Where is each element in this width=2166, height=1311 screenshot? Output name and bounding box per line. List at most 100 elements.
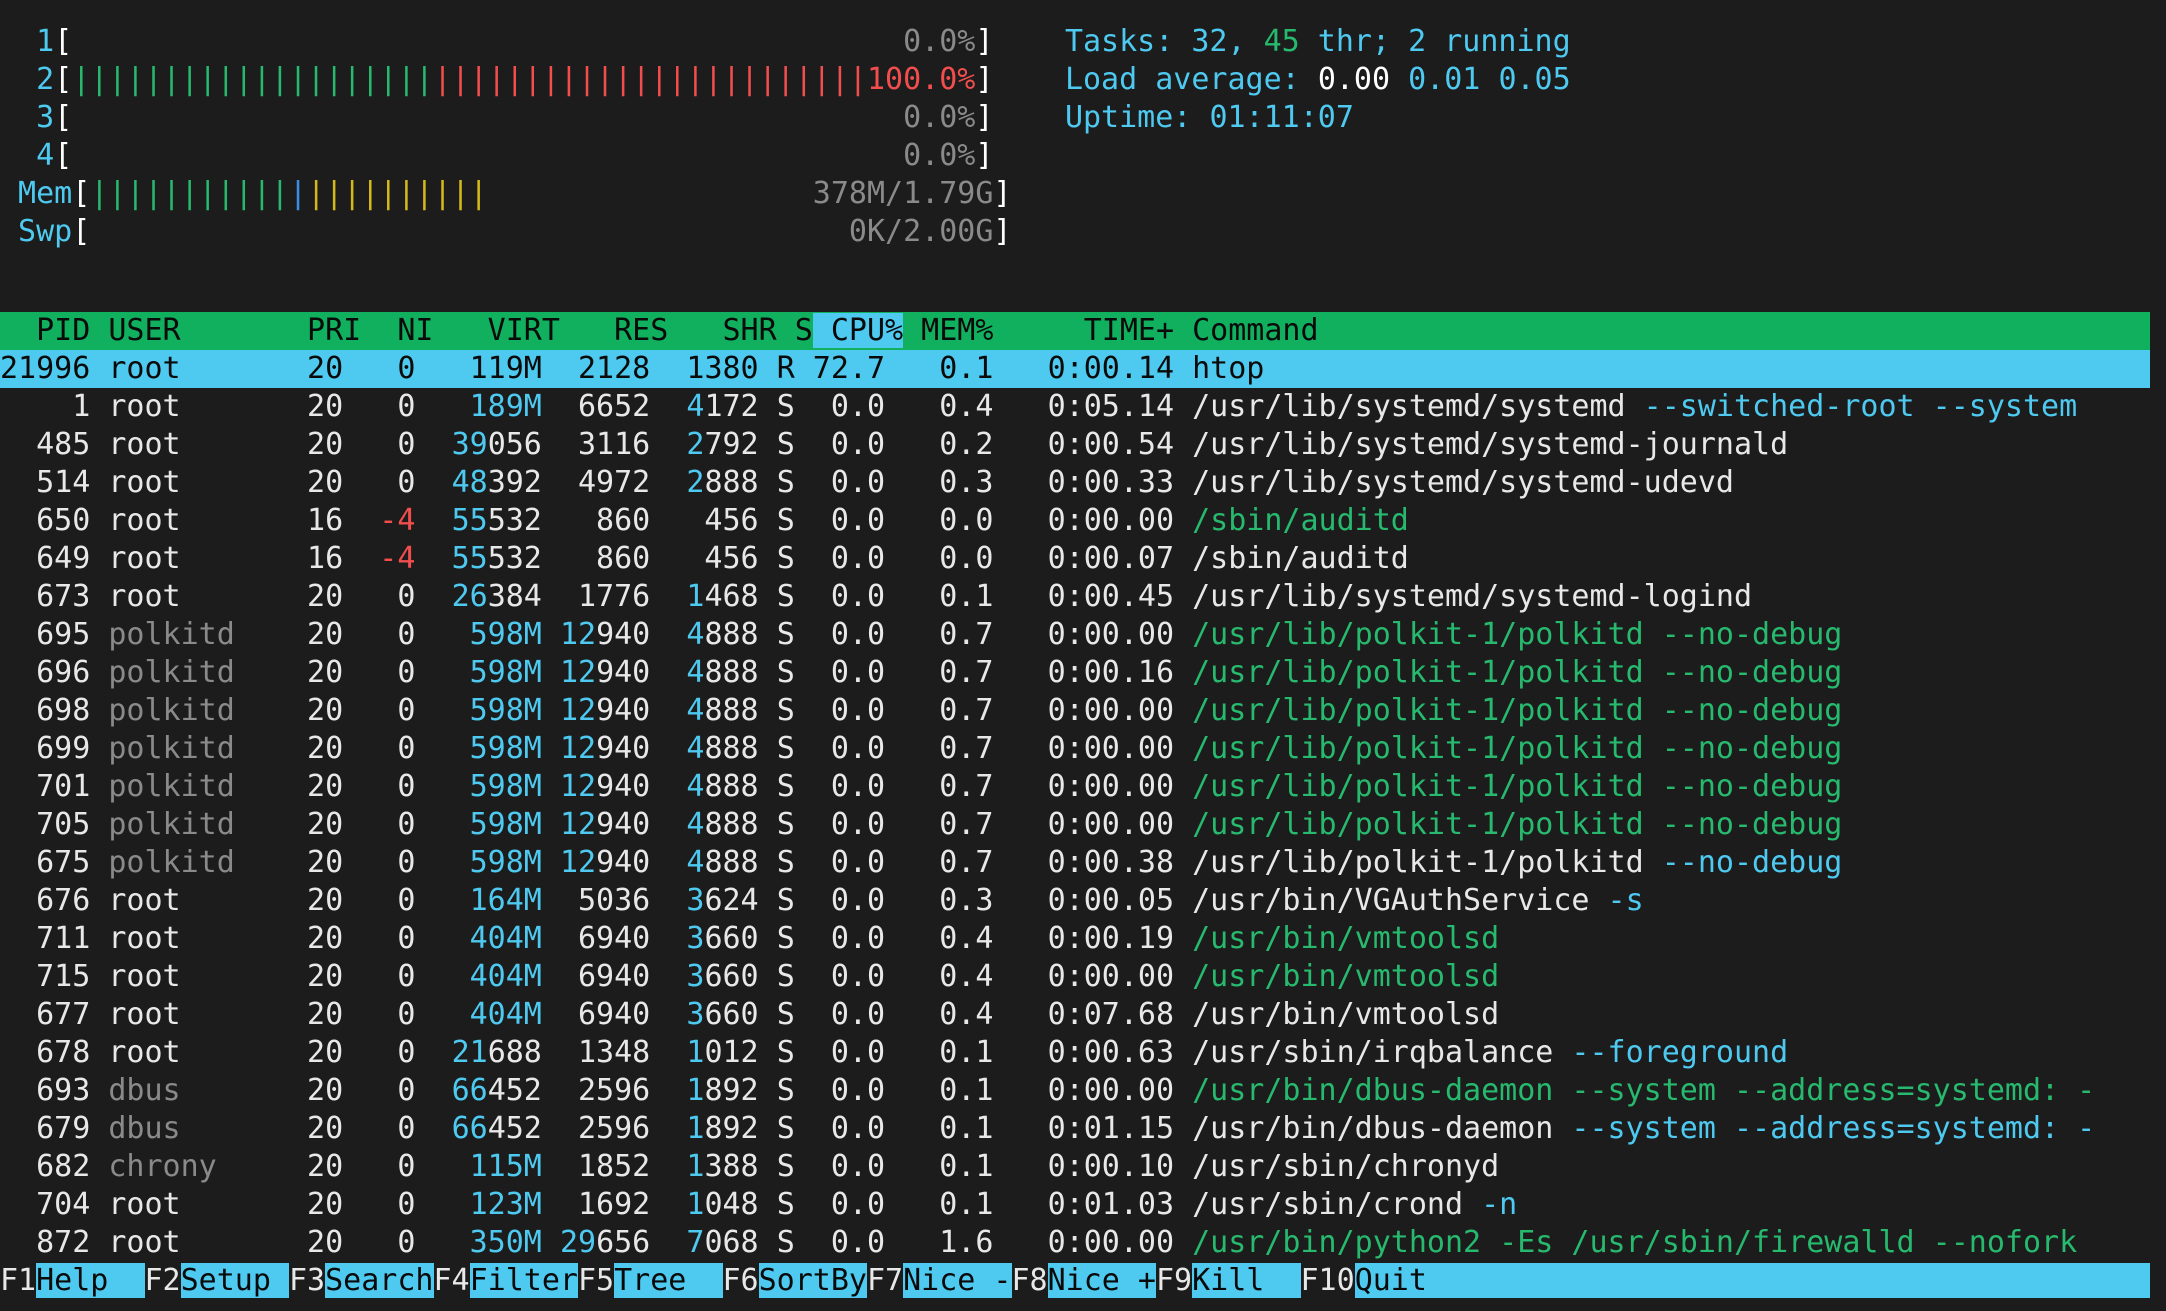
fkey-bar-fill: [1426, 1262, 2150, 1298]
res-units: 940: [596, 692, 651, 728]
process-row[interactable]: 514 root 20 0 48392 4972 2888 S 0.0 0.3 …: [0, 464, 1734, 502]
fkey-f6[interactable]: F6SortBy: [723, 1262, 867, 1298]
process-row[interactable]: 872 root 20 0 350M 29656 7068 S 0.0 1.6 …: [0, 1224, 2077, 1262]
process-row[interactable]: 485 root 20 0 39056 3116 2792 S 0.0 0.2 …: [0, 426, 1788, 464]
bracket: [: [72, 214, 91, 249]
shr-thousands: 1: [686, 1186, 705, 1222]
process-row[interactable]: 679 dbus 20 0 66452 2596 1892 S 0.0 0.1 …: [0, 1110, 2095, 1148]
column-header-res[interactable]: RES: [560, 313, 668, 348]
sep: [668, 883, 686, 918]
mem-percent: 0.7: [885, 806, 994, 842]
process-row[interactable]: 704 root 20 0 123M 1692 1048 S 0.0 0.1 0…: [0, 1186, 1517, 1224]
fkey-f9[interactable]: F9Kill: [1156, 1262, 1301, 1298]
shr-thousands: 4: [686, 692, 705, 728]
process-row[interactable]: 711 root 20 0 404M 6940 3660 S 0.0 0.4 0…: [0, 920, 1499, 958]
state: S: [776, 730, 795, 766]
sep: [1174, 579, 1192, 614]
user: polkitd: [108, 654, 271, 690]
process-row[interactable]: 678 root 20 0 21688 1348 1012 S 0.0 0.1 …: [0, 1034, 1788, 1072]
sep: [90, 997, 108, 1032]
thr-label: thr;: [1299, 24, 1409, 59]
sep: [90, 541, 108, 576]
process-row[interactable]: 695 polkitd 20 0 598M 12940 4888 S 0.0 0…: [0, 616, 1842, 654]
virt-units: 532: [487, 502, 542, 538]
res: 12940: [560, 731, 650, 766]
column-header-mem[interactable]: MEM%: [903, 313, 993, 348]
sep: [759, 503, 777, 538]
res-thousands: 29: [559, 1224, 597, 1260]
priority: 20: [270, 730, 344, 766]
mem-percent: 0.7: [885, 844, 994, 880]
virt: 48392: [452, 465, 542, 500]
state: S: [776, 540, 795, 576]
process-row[interactable]: 696 polkitd 20 0 598M 12940 4888 S 0.0 0…: [0, 654, 1842, 692]
process-row[interactable]: 650 root 16 -4 55532 860 456 S 0.0 0.0 0…: [0, 502, 1409, 540]
process-row[interactable]: 693 dbus 20 0 66452 2596 1892 S 0.0 0.1 …: [0, 1072, 2095, 1110]
nice: 0: [343, 1224, 416, 1260]
column-header-pid[interactable]: PID: [0, 313, 90, 348]
virt-thousands: 39: [451, 426, 488, 462]
virt-thousands: 66: [451, 1072, 488, 1108]
process-row[interactable]: 715 root 20 0 404M 6940 3660 S 0.0 0.4 0…: [0, 958, 1499, 996]
process-row[interactable]: 1 root 20 0 189M 6652 4172 S 0.0 0.4 0:0…: [0, 388, 2077, 426]
sep: [90, 731, 108, 766]
column-header-ni[interactable]: NI: [361, 313, 433, 348]
sep: [542, 541, 560, 576]
column-header-s[interactable]: S: [777, 313, 813, 348]
command-args: --no-debug: [1643, 616, 1843, 652]
sep: ,: [1227, 24, 1264, 59]
fkey-f4[interactable]: F4Filter: [434, 1262, 578, 1298]
process-row[interactable]: 676 root 20 0 164M 5036 3624 S 0.0 0.3 0…: [0, 882, 1644, 920]
fkey-f7[interactable]: F7Nice -: [867, 1262, 1012, 1298]
res-thousands: 12: [559, 768, 597, 804]
column-header-command[interactable]: Command: [1174, 313, 1318, 348]
column-header-user[interactable]: USER: [90, 313, 271, 348]
fkey-f8[interactable]: F8Nice +: [1012, 1262, 1156, 1298]
sep: [650, 465, 668, 500]
command: /usr/bin/VGAuthService: [1192, 882, 1590, 918]
command: /usr/sbin/crond: [1192, 1186, 1464, 1222]
column-header-shr[interactable]: SHR: [668, 313, 776, 348]
process-row[interactable]: 699 polkitd 20 0 598M 12940 4888 S 0.0 0…: [0, 730, 1842, 768]
process-row[interactable]: 705 polkitd 20 0 598M 12940 4888 S 0.0 0…: [0, 806, 1842, 844]
fkey-label: Kill: [1192, 1262, 1301, 1298]
sep: [1174, 731, 1192, 766]
process-row[interactable]: 698 polkitd 20 0 598M 12940 4888 S 0.0 0…: [0, 692, 1842, 730]
process-row[interactable]: 682 chrony 20 0 115M 1852 1388 S 0.0 0.1…: [0, 1148, 1499, 1186]
shr-thousands: 1: [686, 1110, 705, 1146]
process-row[interactable]: 673 root 20 0 26384 1776 1468 S 0.0 0.1 …: [0, 578, 1752, 616]
thread-count: 45: [1263, 24, 1300, 59]
sep: [90, 807, 108, 842]
res-units: 656: [596, 1224, 651, 1260]
process-row[interactable]: 649 root 16 -4 55532 860 456 S 0.0 0.0 0…: [0, 540, 1409, 578]
res: 2596: [559, 1072, 651, 1108]
process-row[interactable]: 701 polkitd 20 0 598M 12940 4888 S 0.0 0…: [0, 768, 1842, 806]
bracket: ]: [975, 138, 994, 173]
cpu-percent: 0.0: [794, 654, 886, 690]
shr: 3660: [686, 997, 758, 1032]
fkey-f2[interactable]: F2Setup: [145, 1262, 289, 1298]
user: root: [108, 426, 271, 462]
priority: 20: [270, 616, 344, 652]
column-header-cpu[interactable]: CPU%: [812, 312, 904, 348]
mem-percent: 0.4: [885, 958, 994, 994]
process-row[interactable]: 21996 root 20 0 119M 2128 1380 R 72.7 0.…: [0, 349, 2150, 388]
command: /usr/bin/dbus-daemon: [1192, 1110, 1554, 1146]
column-header-time[interactable]: TIME+: [993, 313, 1174, 348]
fkey-f5[interactable]: F5Tree: [578, 1262, 723, 1298]
command: /usr/lib/systemd/systemd: [1192, 388, 1626, 424]
fkey-f3[interactable]: F3Search: [289, 1262, 434, 1298]
column-header-virt[interactable]: VIRT: [434, 313, 560, 348]
shr: 4888: [686, 693, 758, 728]
nice: 0: [343, 1186, 416, 1222]
shr: 1388: [686, 1149, 758, 1184]
process-row[interactable]: 677 root 20 0 404M 6940 3660 S 0.0 0.4 0…: [0, 996, 1499, 1034]
pid: 711: [0, 920, 91, 956]
cpu-time: 0:00.05: [993, 882, 1175, 918]
column-header-pri[interactable]: PRI: [271, 313, 361, 348]
sep: [650, 731, 668, 766]
fkey-f1[interactable]: F1Help: [0, 1262, 145, 1298]
process-row[interactable]: 675 polkitd 20 0 598M 12940 4888 S 0.0 0…: [0, 844, 1842, 882]
shr-units: 172: [704, 388, 759, 424]
fkey-f10[interactable]: F10Quit: [1301, 1262, 1427, 1298]
